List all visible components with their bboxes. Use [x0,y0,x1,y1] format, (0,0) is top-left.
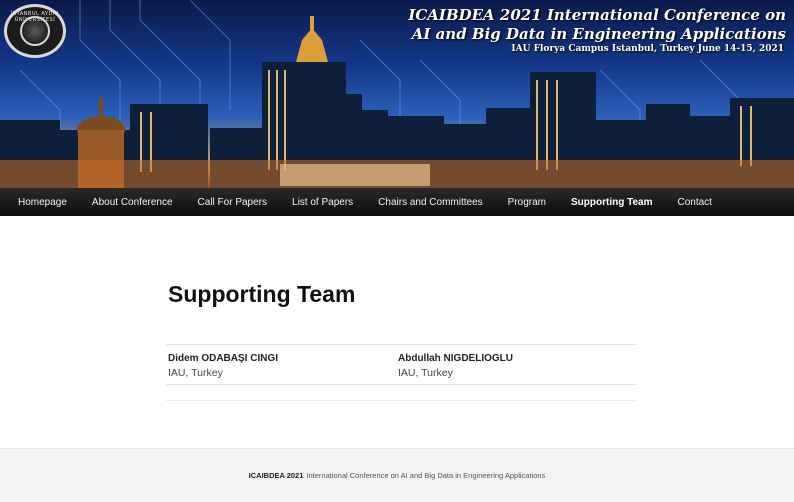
footer-brand: ICAIBDEA 2021 [248,471,304,480]
member-name: Abdullah NIGDELIOGLU [398,353,513,364]
footer-text: International Conference on AI and Big D… [306,471,546,480]
conference-title: ICAIBDEA 2021 International Conference o… [408,6,786,44]
team-member: Didem ODABAŞI CINGI IAU, Turkey [166,352,396,384]
nav-list-of-papers[interactable]: List of Papers [292,197,353,208]
member-affiliation: IAU, Turkey [168,367,223,379]
team-row: Didem ODABAŞI CINGI IAU, Turkey Abdullah… [166,345,636,385]
list-divider [166,385,636,401]
page-title: Supporting Team [168,281,356,307]
team-member: Abdullah NIGDELIOGLU IAU, Turkey [396,352,626,384]
university-logo[interactable]: İSTANBUL AYDIN ÜNİVERSİTESİ [4,4,66,58]
logo-text: İSTANBUL AYDIN ÜNİVERSİTESİ [10,11,60,23]
supporting-team-list: Didem ODABAŞI CINGI IAU, Turkey Abdullah… [166,344,636,401]
member-affiliation: IAU, Turkey [398,367,453,379]
page-footer: ICAIBDEA 2021 International Conference o… [0,448,794,502]
nav-about-conference[interactable]: About Conference [92,197,173,208]
nav-contact[interactable]: Contact [678,197,712,208]
nav-program[interactable]: Program [508,197,546,208]
member-name: Didem ODABAŞI CINGI [168,353,279,364]
conference-venue-date: IAU Florya Campus Istanbul, Turkey June … [511,44,784,54]
header-banner: İSTANBUL AYDIN ÜNİVERSİTESİ ICAIBDEA 202… [0,0,794,188]
nav-call-for-papers[interactable]: Call For Papers [198,197,267,208]
nav-homepage[interactable]: Homepage [18,197,67,208]
conference-title-line1: ICAIBDEA 2021 International Conference o… [408,6,786,24]
nav-supporting-team[interactable]: Supporting Team [571,197,652,208]
nav-chairs-and-committees[interactable]: Chairs and Committees [378,197,482,208]
main-nav: Homepage About Conference Call For Paper… [0,188,794,216]
conference-title-line2: AI and Big Data in Engineering Applicati… [411,25,786,43]
